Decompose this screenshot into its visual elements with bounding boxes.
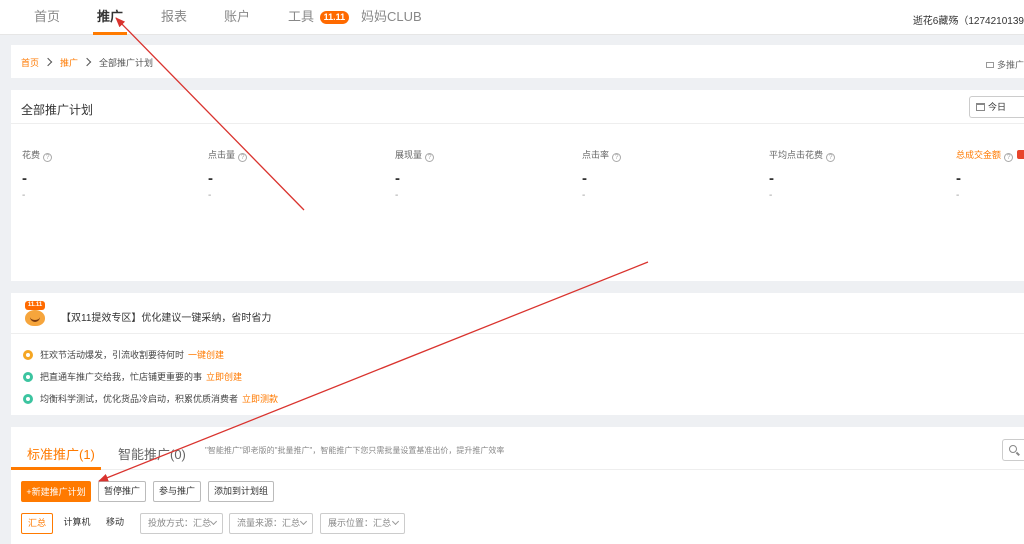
join-promotion-button[interactable]: 参与推广 bbox=[153, 481, 201, 502]
metric-label: 花费 bbox=[22, 150, 41, 160]
search-button[interactable] bbox=[1002, 439, 1024, 461]
bullet-icon bbox=[23, 394, 33, 404]
breadcrumb-promotion[interactable]: 推广 bbox=[60, 58, 78, 68]
window-icon bbox=[985, 62, 994, 68]
date-picker-value: 今日 bbox=[988, 102, 1007, 112]
multi-promo-toggle[interactable]: 多推广 bbox=[985, 58, 1024, 71]
metric-compare: - bbox=[395, 190, 399, 201]
hot-badge-icon bbox=[1017, 150, 1024, 159]
promotion-list-panel: 标准推广(1) 智能推广(0) "智能推广"即老版的"批量推广"，智能推广下您只… bbox=[11, 427, 1024, 544]
breadcrumb: 首页 推广 全部推广计划 bbox=[21, 56, 153, 69]
metric-clicks: 点击量? - - bbox=[208, 148, 388, 201]
double11-badge: 11.11 bbox=[319, 11, 350, 24]
metric-ctr: 点击率? - - bbox=[582, 148, 762, 201]
chevron-right-icon bbox=[43, 57, 53, 67]
metric-value: - bbox=[22, 170, 27, 187]
nav-tab-reports[interactable]: 报表 bbox=[157, 0, 191, 35]
chevron-down-icon bbox=[299, 517, 308, 526]
metric-compare: - bbox=[208, 190, 212, 201]
metric-value: - bbox=[769, 170, 774, 187]
pause-promotion-button[interactable]: 暂停推广 bbox=[98, 481, 146, 502]
metric-label: 总成交金额 bbox=[956, 150, 1002, 160]
breadcrumb-bar: 首页 推广 全部推广计划 多推广 bbox=[11, 45, 1024, 78]
delivery-method-select[interactable]: 投放方式：汇总 bbox=[140, 513, 223, 534]
help-icon[interactable]: ? bbox=[1004, 153, 1014, 162]
help-icon[interactable]: ? bbox=[425, 153, 435, 162]
promo-tip-text: 狂欢节活动爆发，引流收割要待何时 bbox=[40, 350, 185, 360]
one-click-create-link[interactable]: 一键创建 bbox=[188, 350, 224, 360]
metric-impressions: 展现量? - - bbox=[395, 148, 575, 201]
date-picker[interactable]: 今日 bbox=[969, 96, 1024, 118]
metric-compare: - bbox=[22, 190, 26, 201]
promo-tip: 均衡科学测试，优化货品冷启动，积累优质消费者 立即测款 bbox=[23, 392, 278, 405]
metric-cost: 花费? - - bbox=[22, 148, 202, 201]
metric-label: 展现量 bbox=[395, 150, 423, 160]
nav-tab-tools-label: 工具 bbox=[288, 9, 315, 24]
chevron-right-icon bbox=[82, 57, 92, 67]
metric-total-gmv: 总成交金额? - - bbox=[956, 148, 1024, 201]
promo-headline: 【双11提效专区】优化建议一键采纳，省时省力 bbox=[61, 313, 272, 324]
add-to-group-button[interactable]: 添加到计划组 bbox=[208, 481, 274, 502]
metric-avg-cpc: 平均点击花费? - - bbox=[769, 148, 949, 201]
mascot-face bbox=[25, 310, 45, 326]
promo-tip-text: 把直通车推广交给我，忙店铺更重要的事 bbox=[40, 372, 203, 382]
active-tab-underline bbox=[11, 467, 101, 470]
metric-compare: - bbox=[956, 190, 960, 201]
promo-tip-text: 均衡科学测试，优化货品冷启动，积累优质消费者 bbox=[40, 394, 239, 404]
select-value: 投放方式：汇总 bbox=[148, 518, 212, 528]
smart-promo-note: "智能推广"即老版的"批量推广"，智能推广下您只需批量设置基准出价，提升推广效率 bbox=[205, 446, 505, 455]
bullet-icon bbox=[23, 350, 33, 360]
calendar-icon bbox=[976, 103, 985, 111]
traffic-source-select[interactable]: 流量来源：汇总 bbox=[229, 513, 313, 534]
metric-label: 平均点击花费 bbox=[769, 150, 824, 160]
help-icon[interactable]: ? bbox=[826, 153, 836, 162]
metric-compare: - bbox=[582, 190, 586, 201]
nav-tab-account[interactable]: 账户 bbox=[220, 0, 254, 35]
device-tab-mobile[interactable]: 移动 bbox=[101, 513, 129, 534]
help-icon[interactable]: ? bbox=[612, 153, 622, 162]
metric-value: - bbox=[208, 170, 213, 187]
nav-tab-home[interactable]: 首页 bbox=[30, 0, 64, 35]
plan-summary-panel: 全部推广计划 今日 花费? - - 点击量? - - 展现量? - - 点击率?… bbox=[11, 90, 1024, 281]
user-account-name[interactable]: 逝花6藏殇（1274210139 bbox=[913, 12, 1024, 27]
metric-value: - bbox=[582, 170, 587, 187]
device-tab-summary[interactable]: 汇总 bbox=[21, 513, 53, 534]
metric-label: 点击率 bbox=[582, 150, 610, 160]
tab-smart-promotion[interactable]: 智能推广(0) bbox=[118, 444, 186, 463]
mascot-badge: 11.11 bbox=[25, 301, 45, 310]
create-now-link[interactable]: 立即创建 bbox=[206, 372, 242, 382]
placement-select[interactable]: 展示位置：汇总 bbox=[320, 513, 405, 534]
test-now-link[interactable]: 立即测款 bbox=[242, 394, 278, 404]
divider bbox=[11, 333, 1024, 334]
metric-value: - bbox=[395, 170, 400, 187]
chevron-down-icon bbox=[391, 517, 400, 526]
promo-tip: 狂欢节活动爆发，引流收割要待何时 一键创建 bbox=[23, 348, 224, 361]
tab-standard-promotion[interactable]: 标准推广(1) bbox=[27, 444, 95, 463]
divider bbox=[11, 469, 1024, 470]
help-icon[interactable]: ? bbox=[238, 153, 248, 162]
nav-tab-tools[interactable]: 工具 11.11 bbox=[284, 0, 353, 35]
select-value: 展示位置：汇总 bbox=[328, 518, 392, 528]
help-icon[interactable]: ? bbox=[43, 153, 53, 162]
nav-tab-promotion[interactable]: 推广 bbox=[93, 0, 128, 35]
promo-tip: 把直通车推广交给我，忙店铺更重要的事 立即创建 bbox=[23, 370, 242, 383]
device-tab-pc[interactable]: 计算机 bbox=[59, 513, 95, 534]
double11-promo-panel: 11.11 【双11提效专区】优化建议一键采纳，省时省力 狂欢节活动爆发，引流收… bbox=[11, 293, 1024, 415]
nav-tab-mama-club[interactable]: 妈妈CLUB bbox=[357, 0, 426, 35]
breadcrumb-current: 全部推广计划 bbox=[99, 58, 154, 68]
divider bbox=[11, 123, 1024, 124]
breadcrumb-home[interactable]: 首页 bbox=[21, 58, 39, 68]
multi-promo-label: 多推广 bbox=[996, 60, 1024, 70]
top-nav: 首页 推广 报表 账户 工具 11.11 妈妈CLUB 逝花6藏殇（127421… bbox=[0, 0, 1024, 35]
panel-title: 全部推广计划 bbox=[21, 103, 94, 117]
search-icon bbox=[1009, 445, 1017, 453]
mascot-icon: 11.11 bbox=[24, 301, 46, 327]
bullet-icon bbox=[23, 372, 33, 382]
metric-value: - bbox=[956, 170, 961, 187]
new-plan-button[interactable]: +新建推广计划 bbox=[21, 481, 91, 502]
metric-compare: - bbox=[769, 190, 773, 201]
metric-label: 点击量 bbox=[208, 150, 236, 160]
chevron-down-icon bbox=[209, 517, 218, 526]
select-value: 流量来源：汇总 bbox=[237, 518, 301, 528]
